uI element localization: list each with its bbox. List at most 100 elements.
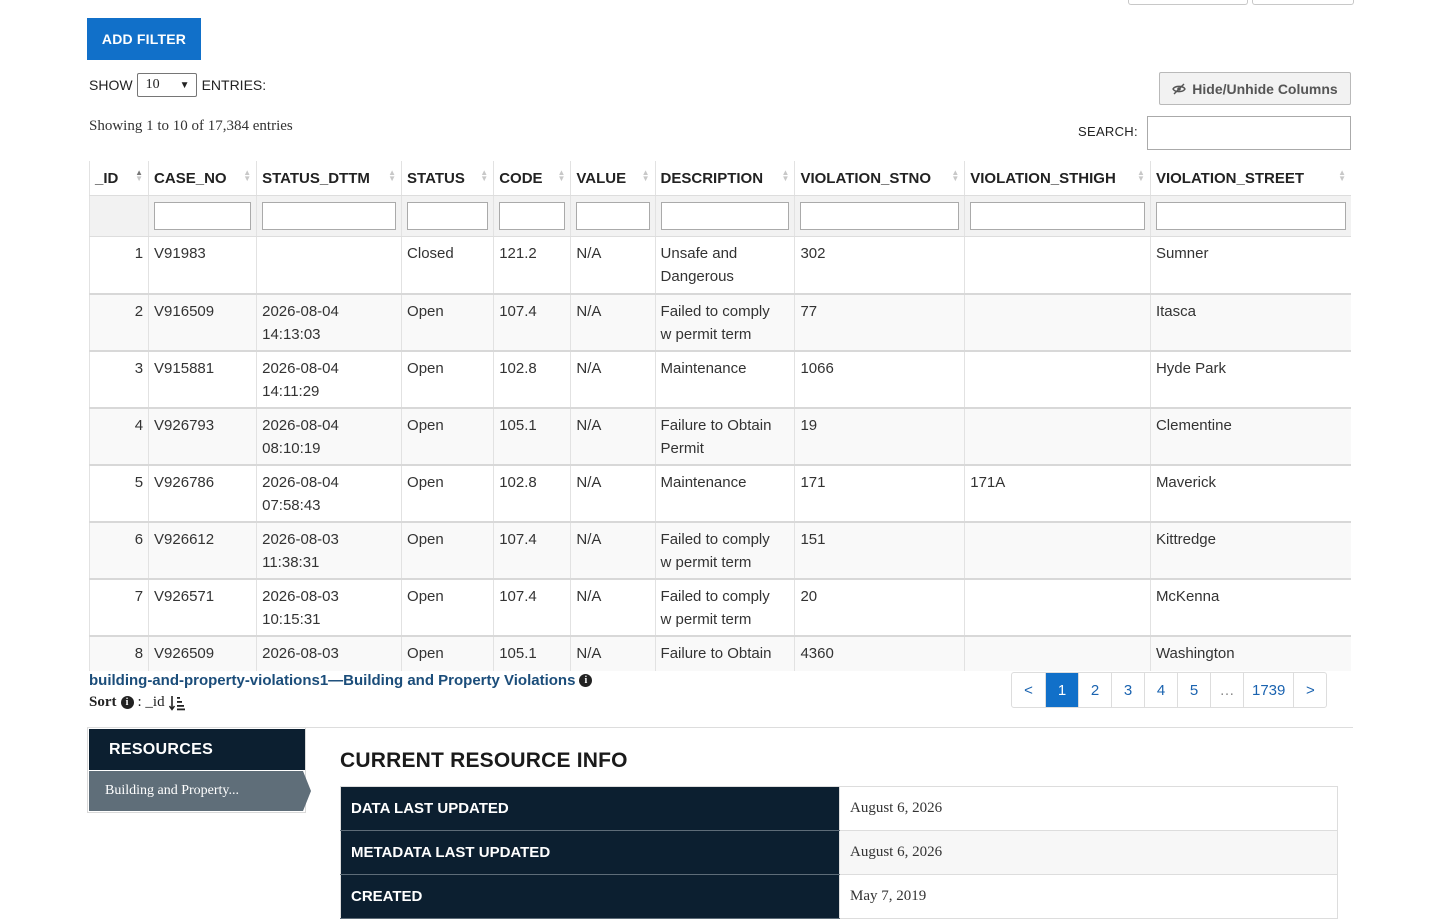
cell-code-text: 102.8 — [499, 359, 537, 377]
cell-violation-sthigh: 171A — [964, 464, 1151, 523]
table-row: 8 V926509 2026-08-03 Open 105.1 N/A Failure to… — [89, 635, 1351, 671]
sort-icon: ▲ ▼ — [135, 168, 144, 183]
column-header-code[interactable]: CODE ▲ ▼ — [493, 161, 571, 196]
cell-status-dttm: 2026-08-04 08:10:19 — [256, 407, 402, 466]
value-filter-input[interactable] — [576, 202, 650, 230]
cell-value: N/A — [570, 350, 656, 409]
filter-cell — [1149, 195, 1351, 237]
resources-header: RESOURCES — [89, 729, 305, 770]
entries-length-control: SHOW 10 ▼ ENTRIES: — [89, 72, 266, 98]
cell-status-dttm — [256, 236, 402, 295]
cell-code: 121.2 — [493, 236, 571, 295]
cell-status-dttm-text: 2026-08-04 — [262, 416, 339, 434]
pagination-page-last[interactable]: 1739 — [1243, 673, 1293, 707]
sort-icon: ▲ ▼ — [951, 168, 960, 183]
cell-value-text: N/A — [576, 473, 602, 491]
status-filter-input[interactable] — [407, 202, 489, 230]
cell-violation-street-text: Hyde Park — [1155, 359, 1226, 377]
column-header-label: DESCRIPTION — [660, 169, 764, 187]
violation-stno-filter-input[interactable] — [800, 202, 960, 230]
cell-code-text: 121.2 — [499, 245, 537, 262]
cell-violation-sthigh — [964, 236, 1151, 295]
cell-value: N/A — [570, 236, 656, 295]
column-header-status-dttm[interactable]: STATUS_DTTM ▲ ▼ — [256, 161, 402, 196]
status-dttm-filter-input[interactable] — [262, 202, 397, 230]
top-button-partial-2[interactable] — [1252, 0, 1354, 5]
cell-violation-stno-text: 77 — [800, 302, 818, 320]
resource-info-row: CREATED May 7, 2019 — [340, 874, 1338, 919]
pagination-page-2[interactable]: 2 — [1078, 673, 1111, 707]
column-header-label: VIOLATION_STHIGH — [970, 169, 1116, 187]
column-header-value[interactable]: VALUE ▲ ▼ — [570, 161, 656, 196]
cell-status-dttm: 2026-08-04 14:11:29 — [256, 350, 402, 409]
cell-status-dttm-text: 2026-08-04 — [262, 302, 339, 320]
info-icon[interactable]: i — [120, 696, 134, 709]
top-button-partial-1[interactable] — [1128, 0, 1248, 5]
info-icon[interactable]: i — [579, 674, 593, 687]
cell-violation-street: McKenna — [1149, 578, 1351, 637]
dataset-link[interactable]: building-and-property-violations1—Buildi… — [89, 672, 593, 689]
cell-violation-street-text: Itasca — [1155, 302, 1196, 320]
pagination-ellipsis: … — [1210, 673, 1243, 707]
cell-status-dttm-text: 2026-08-04 — [262, 359, 339, 377]
cell-case-no: V926612 — [148, 521, 257, 580]
pagination-page-4[interactable]: 4 — [1144, 673, 1177, 707]
resource-info-value: May 7, 2019 — [839, 874, 1338, 919]
cell-violation-street-text: Sumner — [1155, 245, 1209, 262]
pagination-page-3[interactable]: 3 — [1111, 673, 1144, 707]
table-row: 2 V916509 2026-08-04 14:13:03 Open 107.4 N/A Fa… — [89, 293, 1351, 352]
cell-code-text: 107.4 — [499, 302, 537, 320]
cell-status-text: Open — [407, 644, 444, 662]
cell-status-text: Open — [407, 302, 444, 320]
cell-description: Failed to comply w permit term — [654, 578, 795, 637]
pagination-page-1[interactable]: 1 — [1045, 673, 1078, 707]
cell-violation-street: Kittredge — [1149, 521, 1351, 580]
cell-id-text: 6 — [134, 530, 144, 548]
sort-info: Sort i : _id — [89, 694, 185, 711]
column-header-id[interactable]: _ID ▲ ▼ — [89, 161, 149, 196]
search-input[interactable] — [1147, 116, 1351, 150]
cell-code-text: 105.1 — [499, 416, 537, 434]
violation-street-filter-input[interactable] — [1155, 202, 1346, 230]
cell-violation-street-text: Clementine — [1155, 416, 1232, 434]
hide-unhide-columns-button[interactable]: Hide/Unhide Columns — [1159, 72, 1351, 105]
pagination-page-5[interactable]: 5 — [1177, 673, 1210, 707]
cell-case-no-text: V926509 — [154, 644, 215, 662]
cell-value: N/A — [570, 464, 656, 523]
cell-code-text: 107.4 — [499, 587, 537, 605]
column-header-description[interactable]: DESCRIPTION ▲ ▼ — [654, 161, 795, 196]
column-header-status[interactable]: STATUS ▲ ▼ — [401, 161, 494, 196]
sort-label: Sort — [89, 694, 117, 710]
cell-value: N/A — [570, 293, 656, 352]
resource-info-table: DATA LAST UPDATED August 6, 2026 METADAT… — [340, 786, 1338, 919]
code-filter-input[interactable] — [499, 202, 566, 230]
cell-status: Open — [401, 293, 494, 352]
cell-id-text: 4 — [134, 416, 144, 434]
cell-status-text: Open — [407, 416, 444, 434]
cell-case-no-text: V926571 — [154, 587, 215, 605]
cell-violation-sthigh — [964, 635, 1151, 671]
column-header-violation-stno[interactable]: VIOLATION_STNO ▲ ▼ — [794, 161, 965, 196]
cell-violation-street: Hyde Park — [1149, 350, 1351, 409]
description-filter-input[interactable] — [660, 202, 790, 230]
entries-per-page-select[interactable]: 10 ▼ — [136, 73, 197, 97]
cell-description-text: Dangerous — [660, 268, 734, 285]
pagination-next-button[interactable]: > — [1293, 673, 1326, 707]
violation-sthigh-filter-input[interactable] — [970, 202, 1145, 230]
add-filter-button[interactable]: ADD FILTER — [87, 18, 201, 60]
cell-id: 7 — [89, 578, 149, 637]
case-no-filter-input[interactable] — [154, 202, 252, 230]
cell-violation-street-text: McKenna — [1155, 587, 1220, 605]
resource-item-building-and-property[interactable]: Building and Property... — [89, 771, 311, 811]
column-header-violation-sthigh[interactable]: VIOLATION_STHIGH ▲ ▼ — [964, 161, 1151, 196]
cell-case-no: V926786 — [148, 464, 257, 523]
cell-description-text: Failed to comply — [660, 530, 770, 548]
cell-description: Maintenance — [654, 350, 795, 409]
cell-status-text: Open — [407, 530, 444, 548]
column-header-violation-street[interactable]: VIOLATION_STREET ▲ ▼ — [1149, 161, 1351, 196]
column-header-label: VIOLATION_STNO — [800, 169, 932, 187]
entries-per-page-value: 10 — [145, 77, 160, 92]
pagination-prev-button[interactable]: < — [1012, 673, 1045, 707]
cell-value-text: N/A — [576, 245, 602, 262]
column-header-case-no[interactable]: CASE_NO ▲ ▼ — [148, 161, 257, 196]
